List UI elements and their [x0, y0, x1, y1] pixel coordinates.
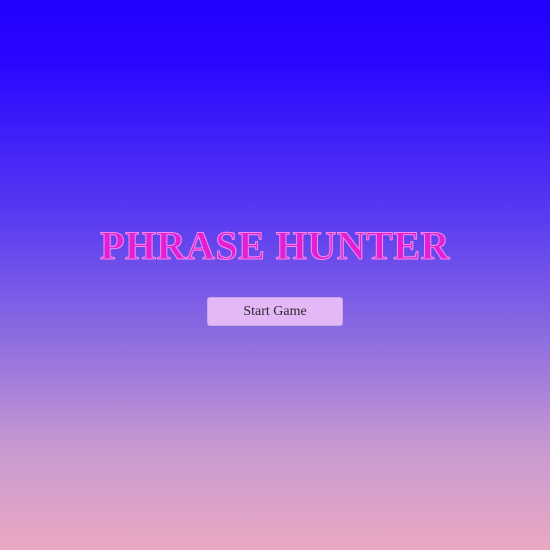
start-game-button[interactable]: Start Game	[207, 297, 343, 326]
game-title: PHRASE HUNTER	[100, 223, 450, 269]
start-overlay: PHRASE HUNTER Start Game	[0, 0, 550, 550]
